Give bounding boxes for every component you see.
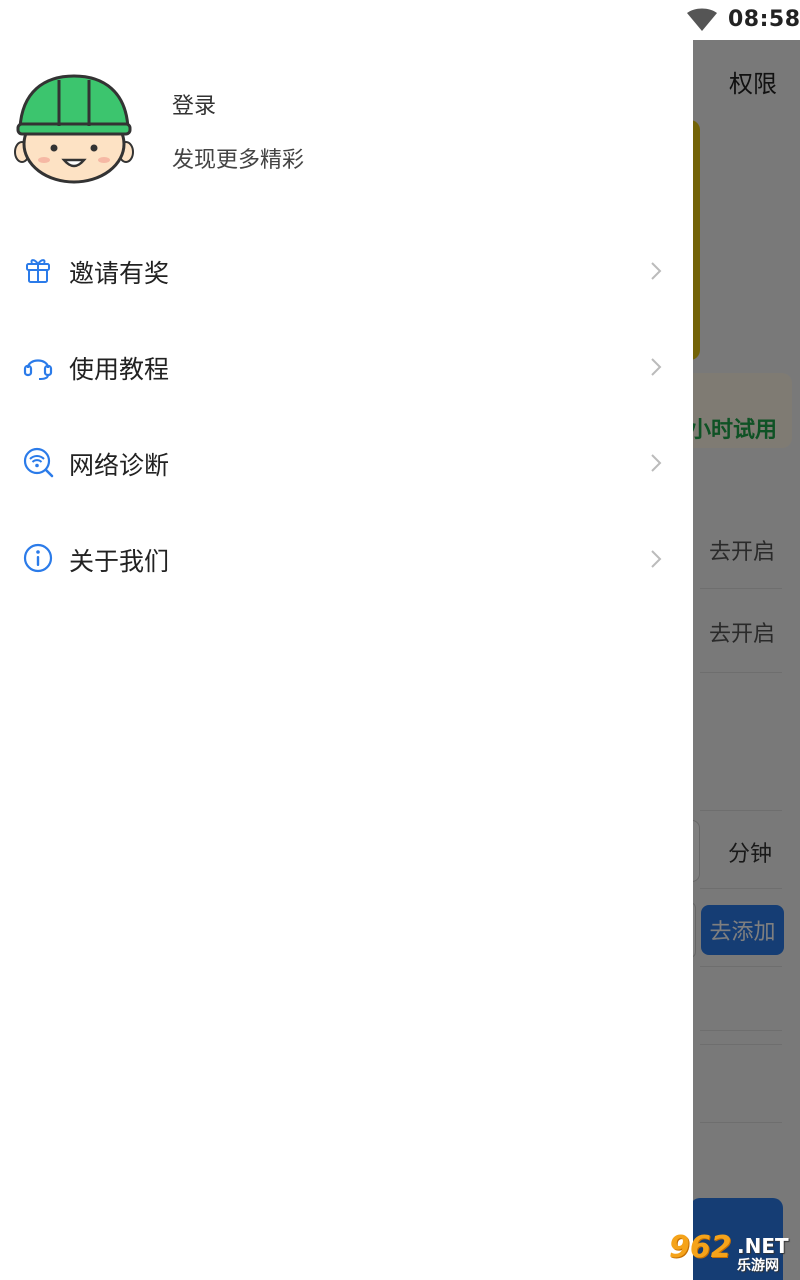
menu-label-about: 关于我们 — [69, 547, 170, 576]
chevron-right-icon — [651, 550, 662, 568]
clock: 08:58 — [728, 7, 800, 32]
profile-subtitle: 发现更多精彩 — [172, 148, 305, 173]
chevron-right-icon — [651, 454, 662, 472]
menu-item-about[interactable]: 关于我们 — [0, 512, 693, 608]
wifi-icon — [687, 8, 717, 31]
chevron-right-icon — [651, 358, 662, 376]
info-icon — [23, 543, 53, 573]
login-link[interactable]: 登录 — [172, 88, 216, 120]
chevron-right-icon — [651, 262, 662, 280]
wifi-search-icon — [23, 447, 54, 478]
status-bar: 08:58 — [0, 0, 800, 40]
menu-item-tutorial[interactable]: 使用教程 — [0, 320, 693, 416]
menu-label-network: 网络诊断 — [69, 451, 170, 480]
worker-avatar-icon[interactable] — [14, 74, 134, 184]
watermark-number: 962 — [669, 1230, 732, 1265]
watermark-text: 乐游网 — [737, 1258, 779, 1274]
gift-icon — [26, 259, 50, 283]
watermark-logo: 962 .NET 乐游网 — [655, 1228, 795, 1276]
headset-icon — [23, 359, 53, 380]
menu-item-network[interactable]: 网络诊断 — [0, 416, 693, 512]
navigation-drawer: 登录 发现更多精彩 邀请有奖 使用教程 网络诊断 关于我们 — [0, 0, 693, 1280]
menu-label-invite: 邀请有奖 — [69, 259, 170, 288]
menu-label-tutorial: 使用教程 — [69, 355, 170, 384]
menu-item-invite[interactable]: 邀请有奖 — [0, 224, 693, 320]
